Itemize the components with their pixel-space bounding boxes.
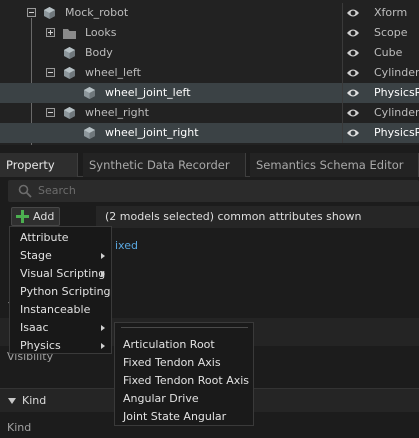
add-menu: Attribute Stage Visual Scripting Python …	[9, 226, 112, 354]
visibility-eye-icon[interactable]	[346, 47, 360, 59]
prim-name: Looks	[85, 26, 117, 39]
collapse-icon[interactable]	[27, 8, 36, 17]
visibility-eye-icon[interactable]	[346, 107, 360, 119]
expand-icon[interactable]	[46, 28, 55, 37]
menu-item-fixed-tendon-root-axis[interactable]: Fixed Tendon Root Axis	[123, 374, 249, 387]
tab-synthetic-data-recorder[interactable]: Synthetic Data Recorder	[83, 153, 246, 177]
menu-item-instanceable[interactable]: Instanceable	[20, 303, 90, 316]
prim-type: Cube	[374, 46, 403, 59]
submenu-arrow-icon	[101, 343, 105, 349]
prim-type: PhysicsRevoluteJoint	[374, 86, 419, 99]
prim-name: wheel_left	[85, 66, 141, 79]
menu-item-physics[interactable]: Physics	[20, 339, 61, 352]
stage-row-wheel-left[interactable]: wheel_left Cylinder	[0, 63, 419, 83]
search-placeholder: Search	[38, 184, 76, 197]
menu-item-python-scripting[interactable]: Python Scripting	[20, 285, 111, 298]
stage-tree: Mock_robot Xform Looks Scope Body Cube w…	[0, 0, 419, 145]
column-divider	[342, 43, 343, 63]
collapse-icon[interactable]	[46, 68, 55, 77]
column-divider	[342, 3, 343, 23]
stage-row-mock-robot[interactable]: Mock_robot Xform	[0, 3, 419, 23]
tab-bar: Property Synthetic Data Recorder Semanti…	[0, 153, 419, 177]
plus-icon	[16, 210, 29, 223]
visibility-eye-icon[interactable]	[346, 27, 360, 39]
submenu-arrow-icon	[101, 253, 105, 259]
prim-name: Mock_robot	[65, 6, 129, 19]
prim-name: Body	[85, 46, 113, 59]
menu-item-fixed-tendon-axis[interactable]: Fixed Tendon Axis	[123, 356, 221, 369]
common-attributes-banner: (2 models selected) common attributes sh…	[96, 206, 419, 228]
submenu-arrow-icon	[101, 271, 105, 277]
prim-type: Cylinder	[374, 66, 419, 79]
add-button-label: Add	[33, 210, 55, 223]
prim-type: Scope	[374, 26, 408, 39]
add-button[interactable]: Add	[11, 207, 60, 226]
menu-item-articulation-root[interactable]: Articulation Root	[123, 338, 215, 351]
tab-label: Synthetic Data Recorder	[89, 158, 230, 172]
kind-label: Kind	[7, 421, 32, 434]
cylinder-icon	[64, 67, 75, 79]
visibility-eye-icon[interactable]	[346, 87, 360, 99]
column-divider	[342, 63, 343, 83]
kind-section-title: Kind	[22, 394, 47, 407]
prim-name: wheel_joint_left	[105, 86, 191, 99]
column-divider	[342, 23, 343, 43]
stage-row-wheel-joint-left[interactable]: wheel_joint_left PhysicsRevoluteJoint	[0, 83, 419, 103]
menu-item-joint-state-angular[interactable]: Joint State Angular	[123, 410, 226, 423]
column-divider	[342, 123, 343, 143]
collapse-icon[interactable]	[46, 108, 55, 117]
joint-icon	[84, 127, 95, 139]
folder-icon	[63, 29, 76, 39]
menu-item-visual-scripting[interactable]: Visual Scripting	[20, 267, 105, 280]
prim-type: PhysicsRevoluteJoint	[374, 126, 419, 139]
stage-row-wheel-joint-right[interactable]: wheel_joint_right PhysicsRevoluteJoint	[0, 123, 419, 143]
search-input[interactable]: Search	[8, 180, 419, 202]
common-attributes-text: (2 models selected) common attributes sh…	[105, 210, 362, 223]
menu-item-attribute[interactable]: Attribute	[20, 231, 69, 244]
joint-icon	[84, 87, 95, 99]
xform-icon	[44, 7, 55, 19]
menu-divider	[121, 327, 248, 328]
visibility-eye-icon[interactable]	[346, 7, 360, 19]
physics-submenu: Articulation Root Fixed Tendon Axis Fixe…	[114, 322, 254, 426]
tab-semantics-schema-editor[interactable]: Semantics Schema Editor	[250, 153, 419, 177]
mixed-value-text: ixed	[115, 239, 138, 252]
cylinder-icon	[64, 107, 75, 119]
column-divider	[342, 103, 343, 123]
tab-label: Property	[6, 158, 55, 172]
menu-item-stage[interactable]: Stage	[20, 249, 52, 262]
visibility-eye-icon[interactable]	[346, 67, 360, 79]
menu-item-isaac[interactable]: Isaac	[20, 321, 49, 334]
search-icon	[18, 184, 32, 198]
prim-name: wheel_right	[85, 106, 149, 119]
column-divider	[342, 83, 343, 103]
stage-row-looks[interactable]: Looks Scope	[0, 23, 419, 43]
collapse-triangle-icon	[8, 398, 16, 404]
stage-row-wheel-right[interactable]: wheel_right Cylinder	[0, 103, 419, 123]
prim-type: Xform	[374, 6, 408, 19]
stage-row-body[interactable]: Body Cube	[0, 43, 419, 63]
cube-icon	[64, 47, 75, 59]
prim-type: Cylinder	[374, 106, 419, 119]
menu-item-angular-drive[interactable]: Angular Drive	[123, 392, 199, 405]
tab-label: Semantics Schema Editor	[256, 158, 404, 172]
prim-name: wheel_joint_right	[105, 126, 199, 139]
tab-property[interactable]: Property	[0, 153, 78, 177]
submenu-arrow-icon	[101, 325, 105, 331]
visibility-eye-icon[interactable]	[346, 127, 360, 139]
